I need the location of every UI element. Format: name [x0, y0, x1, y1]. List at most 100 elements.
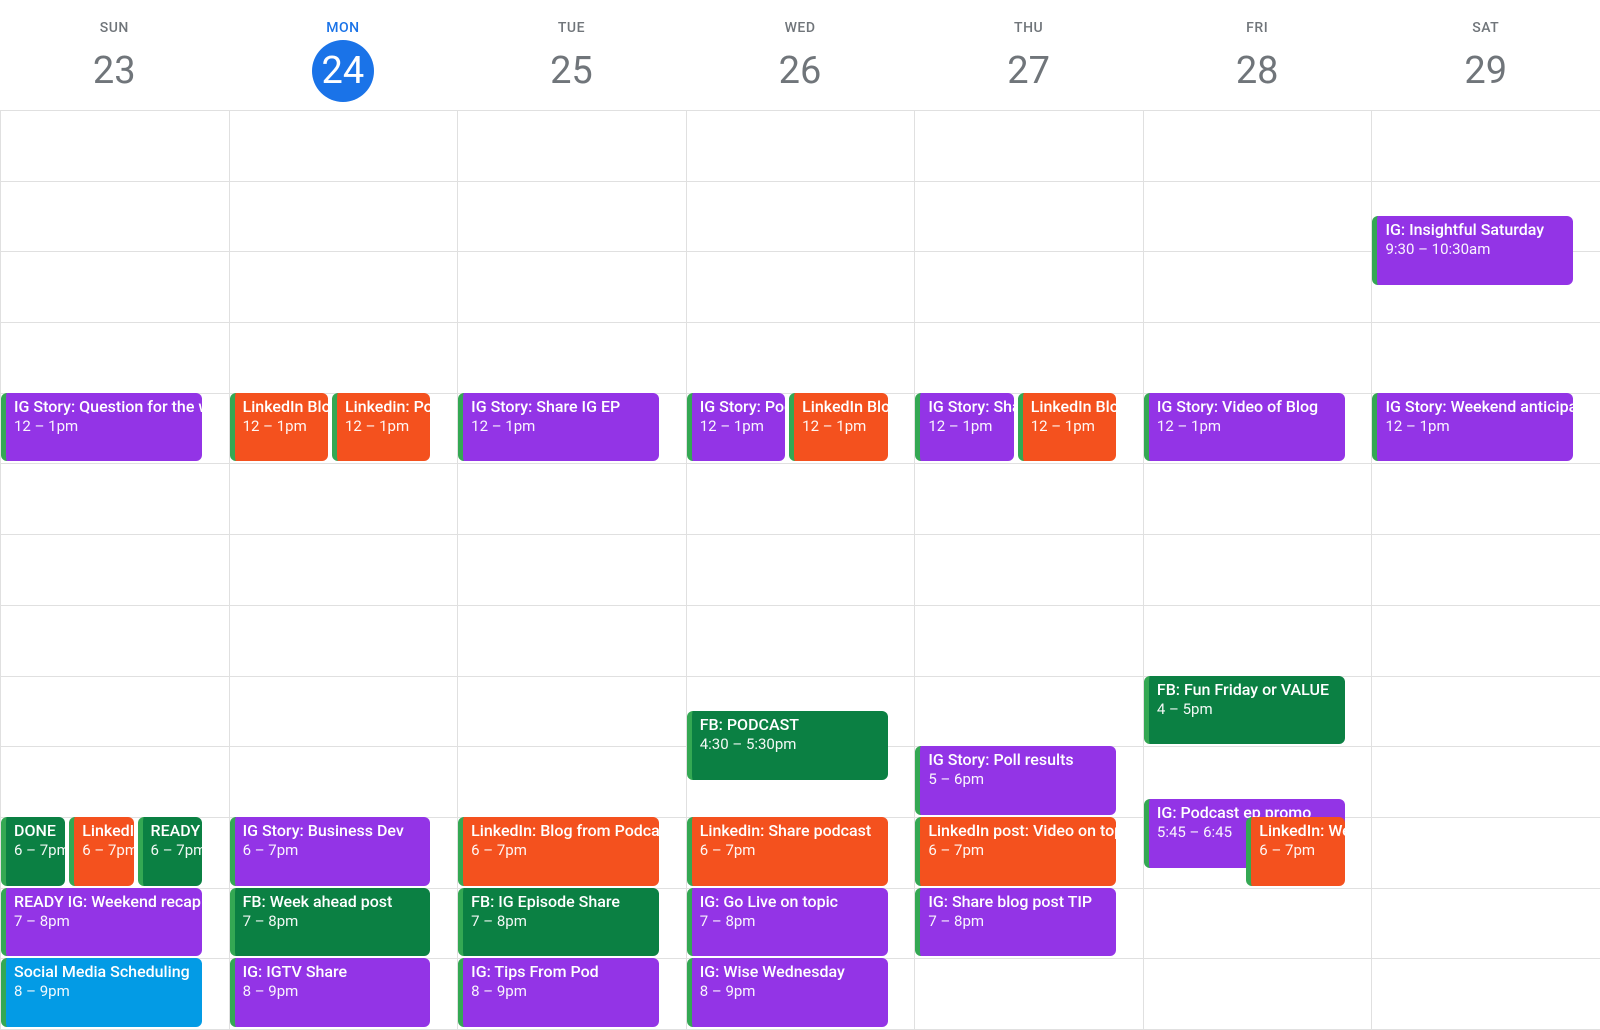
- calendar-event[interactable]: IG: Tips From Pod8 – 9pm: [458, 958, 659, 1027]
- day-number-today[interactable]: 24: [312, 40, 374, 102]
- calendar-event[interactable]: IG: Go Live on topic7 – 8pm: [687, 888, 888, 957]
- event-title: DONE: [14, 821, 57, 841]
- event-time: 12 – 1pm: [345, 417, 422, 436]
- event-time: 7 – 8pm: [243, 912, 423, 931]
- event-title: IG: Tips From Pod: [471, 962, 651, 982]
- calendar-event[interactable]: IG Story: Poll results5 – 6pm: [915, 746, 1116, 815]
- calendar-event[interactable]: FB: IG Episode Share7 – 8pm: [458, 888, 659, 957]
- calendar-event[interactable]: IG Story: Share12 – 1pm: [915, 393, 1013, 462]
- event-time: 6 – 7pm: [471, 841, 651, 860]
- day-header-row: SUN 23 MON24TUE 25 WED 26 THU 27 FRI28SAT29: [0, 0, 1600, 110]
- calendar-event[interactable]: DONE6 – 7pm: [1, 817, 65, 886]
- event-time: 5 – 6pm: [928, 770, 1108, 789]
- event-time: 7 – 8pm: [14, 912, 194, 931]
- event-title: IG Story: Business Dev: [243, 821, 423, 841]
- calendar-event[interactable]: IG: Share blog post TIP7 – 8pm: [915, 888, 1116, 957]
- event-time: 7 – 8pm: [928, 912, 1108, 931]
- event-title: IG Story: Share IG EP: [471, 397, 651, 417]
- calendar-event[interactable]: IG: IGTV Share8 – 9pm: [230, 958, 431, 1027]
- day-column[interactable]: IG Story: Video of Blog12 – 1pm FB: Fun F…: [1143, 110, 1372, 1029]
- calendar-event[interactable]: FB: Fun Friday or VALUE4 – 5pm: [1144, 676, 1345, 745]
- event-time: 12 – 1pm: [700, 417, 777, 436]
- event-time: 6 – 7pm: [243, 841, 423, 860]
- event-title: LinkedIn: Blog from Podcast: [471, 821, 651, 841]
- calendar-event[interactable]: IG Story: Question for the week12 – 1pm: [1, 393, 202, 462]
- calendar-event[interactable]: IG Story: Video of Blog12 – 1pm: [1144, 393, 1345, 462]
- calendar-event[interactable]: LinkedIn Blog12 – 1pm: [230, 393, 328, 462]
- calendar-event[interactable]: FB: Week ahead post7 – 8pm: [230, 888, 431, 957]
- event-title: LinkedIn Blog: [243, 397, 320, 417]
- event-title: Linkedin: Share podcast: [700, 821, 880, 841]
- calendar-event[interactable]: READY6 – 7pm: [138, 817, 202, 886]
- day-header[interactable]: THU 27: [914, 0, 1143, 110]
- day-header[interactable]: MON24: [229, 0, 458, 110]
- calendar-event[interactable]: Social Media Scheduling8 – 9pm: [1, 958, 202, 1027]
- event-time: 12 – 1pm: [928, 417, 1005, 436]
- calendar-event[interactable]: IG Story: Share IG EP12 – 1pm: [458, 393, 659, 462]
- calendar-event[interactable]: IG Story: Podcast12 – 1pm: [687, 393, 785, 462]
- event-time: 6 – 7pm: [1259, 841, 1336, 860]
- calendar-event[interactable]: LinkedIn post: Video on topic6 – 7pm: [915, 817, 1116, 886]
- event-time: 6 – 7pm: [700, 841, 880, 860]
- event-title: READY IG: Weekend recap: [14, 892, 194, 912]
- calendar-event[interactable]: LinkedIn Blog12 – 1pm: [789, 393, 887, 462]
- event-time: 12 – 1pm: [1385, 417, 1565, 436]
- day-of-week-label: TUE: [457, 20, 686, 36]
- calendar-event[interactable]: LinkedIn Blog12 – 1pm: [1018, 393, 1116, 462]
- day-of-week-label: WED: [686, 20, 915, 36]
- calendar-event[interactable]: IG Story: Weekend anticipation12 – 1pm: [1372, 393, 1573, 462]
- event-time: 12 – 1pm: [14, 417, 194, 436]
- event-title: IG: Insightful Saturday: [1385, 220, 1565, 240]
- calendar-week-view: SUN 23 MON24TUE 25 WED 26 THU 27 FRI28SAT29 IG S…: [0, 0, 1600, 1029]
- event-title: IG Story: Video of Blog: [1157, 397, 1337, 417]
- calendar-event[interactable]: FB: PODCAST4:30 – 5:30pm: [687, 711, 888, 780]
- event-time: 6 – 7pm: [82, 841, 125, 860]
- event-time: 8 – 9pm: [14, 982, 194, 1001]
- day-number[interactable]: 28: [1226, 40, 1288, 102]
- day-number[interactable]: 23: [83, 40, 145, 102]
- event-title: IG Story: Podcast: [700, 397, 777, 417]
- calendar-grid[interactable]: IG Story: Question for the week12 – 1pm D…: [0, 110, 1600, 1029]
- event-title: IG: Wise Wednesday: [700, 962, 880, 982]
- day-number[interactable]: 25: [540, 40, 602, 102]
- calendar-event[interactable]: IG Story: Business Dev6 – 7pm: [230, 817, 431, 886]
- day-header[interactable]: SUN 23: [0, 0, 229, 110]
- day-column[interactable]: IG Story: Podcast12 – 1pmLinkedIn Blog12…: [686, 110, 915, 1029]
- event-title: FB: PODCAST: [700, 715, 880, 735]
- event-title: READY: [151, 821, 194, 841]
- calendar-event[interactable]: LinkedIn: Blog from Podcast6 – 7pm: [458, 817, 659, 886]
- event-time: 7 – 8pm: [700, 912, 880, 931]
- event-time: 12 – 1pm: [802, 417, 879, 436]
- day-column[interactable]: IG Story: Question for the week12 – 1pm D…: [0, 110, 229, 1029]
- day-number[interactable]: 27: [998, 40, 1060, 102]
- event-title: IG: Go Live on topic: [700, 892, 880, 912]
- calendar-event[interactable]: LinkedIn6 – 7pm: [69, 817, 133, 886]
- day-header[interactable]: SAT29: [1371, 0, 1600, 110]
- calendar-event[interactable]: IG: Wise Wednesday8 – 9pm: [687, 958, 888, 1027]
- event-time: 4:30 – 5:30pm: [700, 735, 880, 754]
- calendar-event[interactable]: Linkedin: Post12 – 1pm: [332, 393, 430, 462]
- calendar-event[interactable]: Linkedin: Share podcast6 – 7pm: [687, 817, 888, 886]
- calendar-event[interactable]: LinkedIn: Weekly6 – 7pm: [1246, 817, 1344, 886]
- event-time: 8 – 9pm: [243, 982, 423, 1001]
- event-time: 12 – 1pm: [1157, 417, 1337, 436]
- event-title: IG Story: Share: [928, 397, 1005, 417]
- day-column[interactable]: IG Story: Share12 – 1pmLinkedIn Blog12 –…: [914, 110, 1143, 1029]
- calendar-event[interactable]: IG: Insightful Saturday9:30 – 10:30am: [1372, 216, 1573, 285]
- event-time: 12 – 1pm: [471, 417, 651, 436]
- event-title: LinkedIn Blog: [802, 397, 879, 417]
- calendar-event[interactable]: READY IG: Weekend recap7 – 8pm: [1, 888, 202, 957]
- day-number[interactable]: 29: [1455, 40, 1517, 102]
- day-column[interactable]: IG Story: Share IG EP12 – 1pm LinkedIn: B…: [457, 110, 686, 1029]
- event-time: 6 – 7pm: [928, 841, 1108, 860]
- day-header[interactable]: WED 26: [686, 0, 915, 110]
- day-header[interactable]: TUE 25: [457, 0, 686, 110]
- day-header[interactable]: FRI28: [1143, 0, 1372, 110]
- event-title: FB: IG Episode Share: [471, 892, 651, 912]
- day-number[interactable]: 26: [769, 40, 831, 102]
- day-of-week-label: SUN: [0, 20, 229, 36]
- day-column[interactable]: LinkedIn Blog12 – 1pmLinkedin: Post12 – …: [229, 110, 458, 1029]
- event-time: 6 – 7pm: [151, 841, 194, 860]
- day-of-week-label: THU: [914, 20, 1143, 36]
- day-column[interactable]: IG: Insightful Saturday9:30 – 10:30am IG …: [1371, 110, 1600, 1029]
